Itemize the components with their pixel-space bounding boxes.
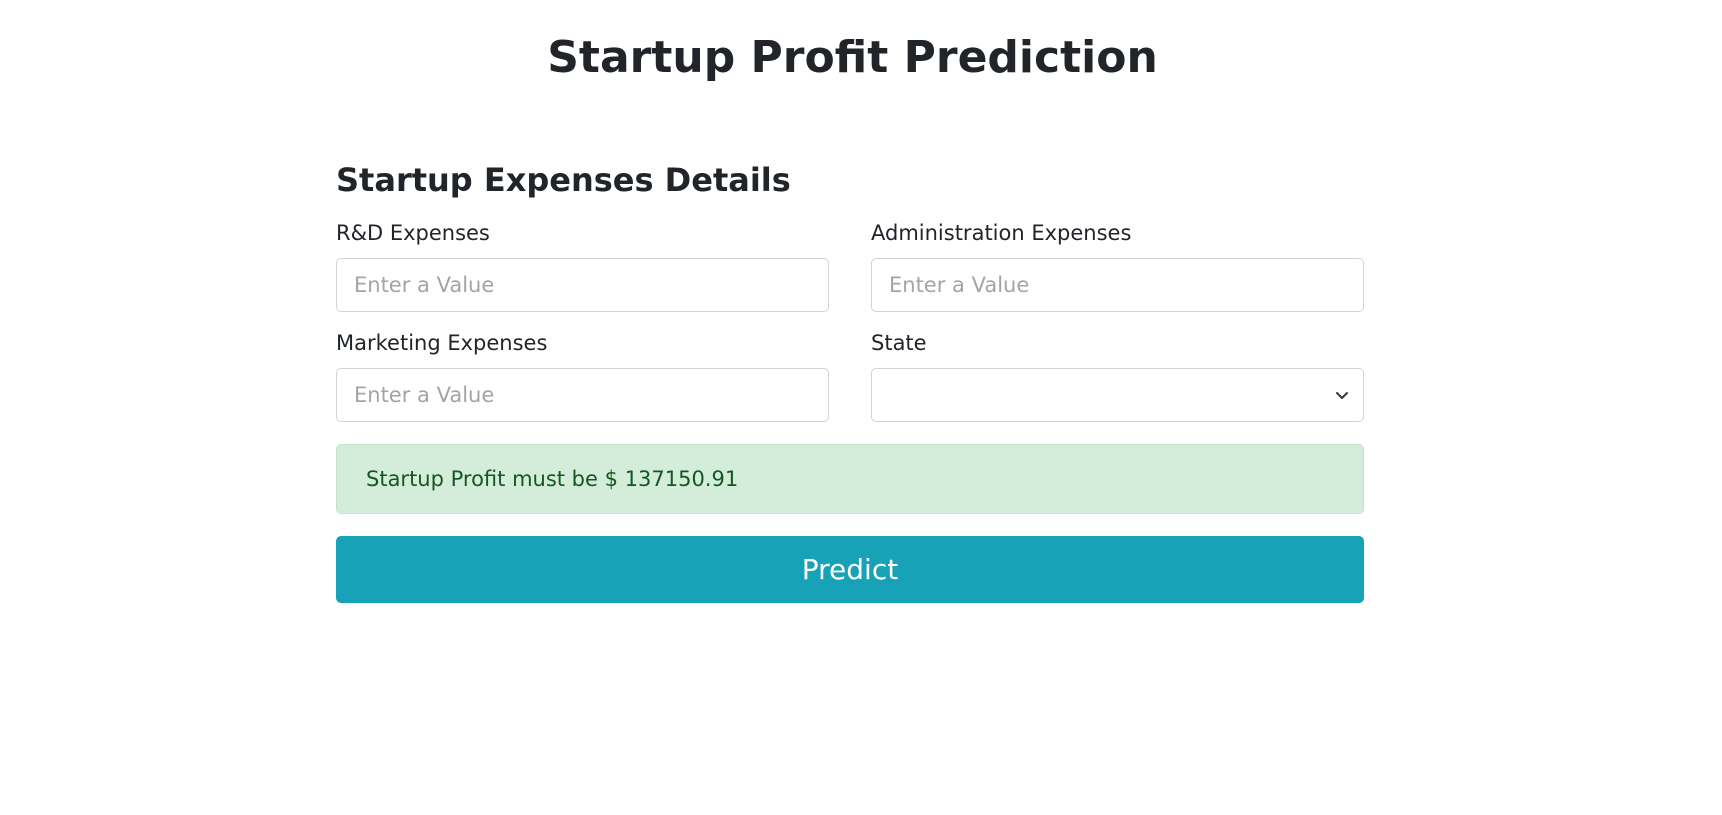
- prediction-result-text: Startup Profit must be $ 137150.91: [366, 467, 739, 491]
- field-administration-expenses: Administration Expenses: [871, 220, 1364, 312]
- state-select[interactable]: [871, 368, 1364, 422]
- field-state: State: [871, 330, 1364, 422]
- page-title: Startup Profit Prediction: [547, 32, 1158, 83]
- field-marketing-expenses: Marketing Expenses: [336, 330, 829, 422]
- marketing-expenses-label: Marketing Expenses: [336, 331, 548, 355]
- page: Startup Profit Prediction Startup Expens…: [0, 0, 1722, 815]
- rd-expenses-label: R&D Expenses: [336, 221, 490, 245]
- profit-form: Startup Expenses Details R&D Expenses Ad…: [336, 160, 1364, 603]
- marketing-expenses-input[interactable]: [336, 368, 829, 422]
- form-grid: R&D Expenses Administration Expenses Mar…: [336, 220, 1364, 422]
- chevron-down-icon: [1336, 392, 1348, 399]
- predict-button[interactable]: Predict: [336, 536, 1364, 603]
- administration-expenses-label: Administration Expenses: [871, 221, 1132, 245]
- prediction-result-alert: Startup Profit must be $ 137150.91: [336, 444, 1364, 514]
- field-rd-expenses: R&D Expenses: [336, 220, 829, 312]
- rd-expenses-input[interactable]: [336, 258, 829, 312]
- section-title: Startup Expenses Details: [336, 161, 791, 199]
- administration-expenses-input[interactable]: [871, 258, 1364, 312]
- state-label: State: [871, 331, 927, 355]
